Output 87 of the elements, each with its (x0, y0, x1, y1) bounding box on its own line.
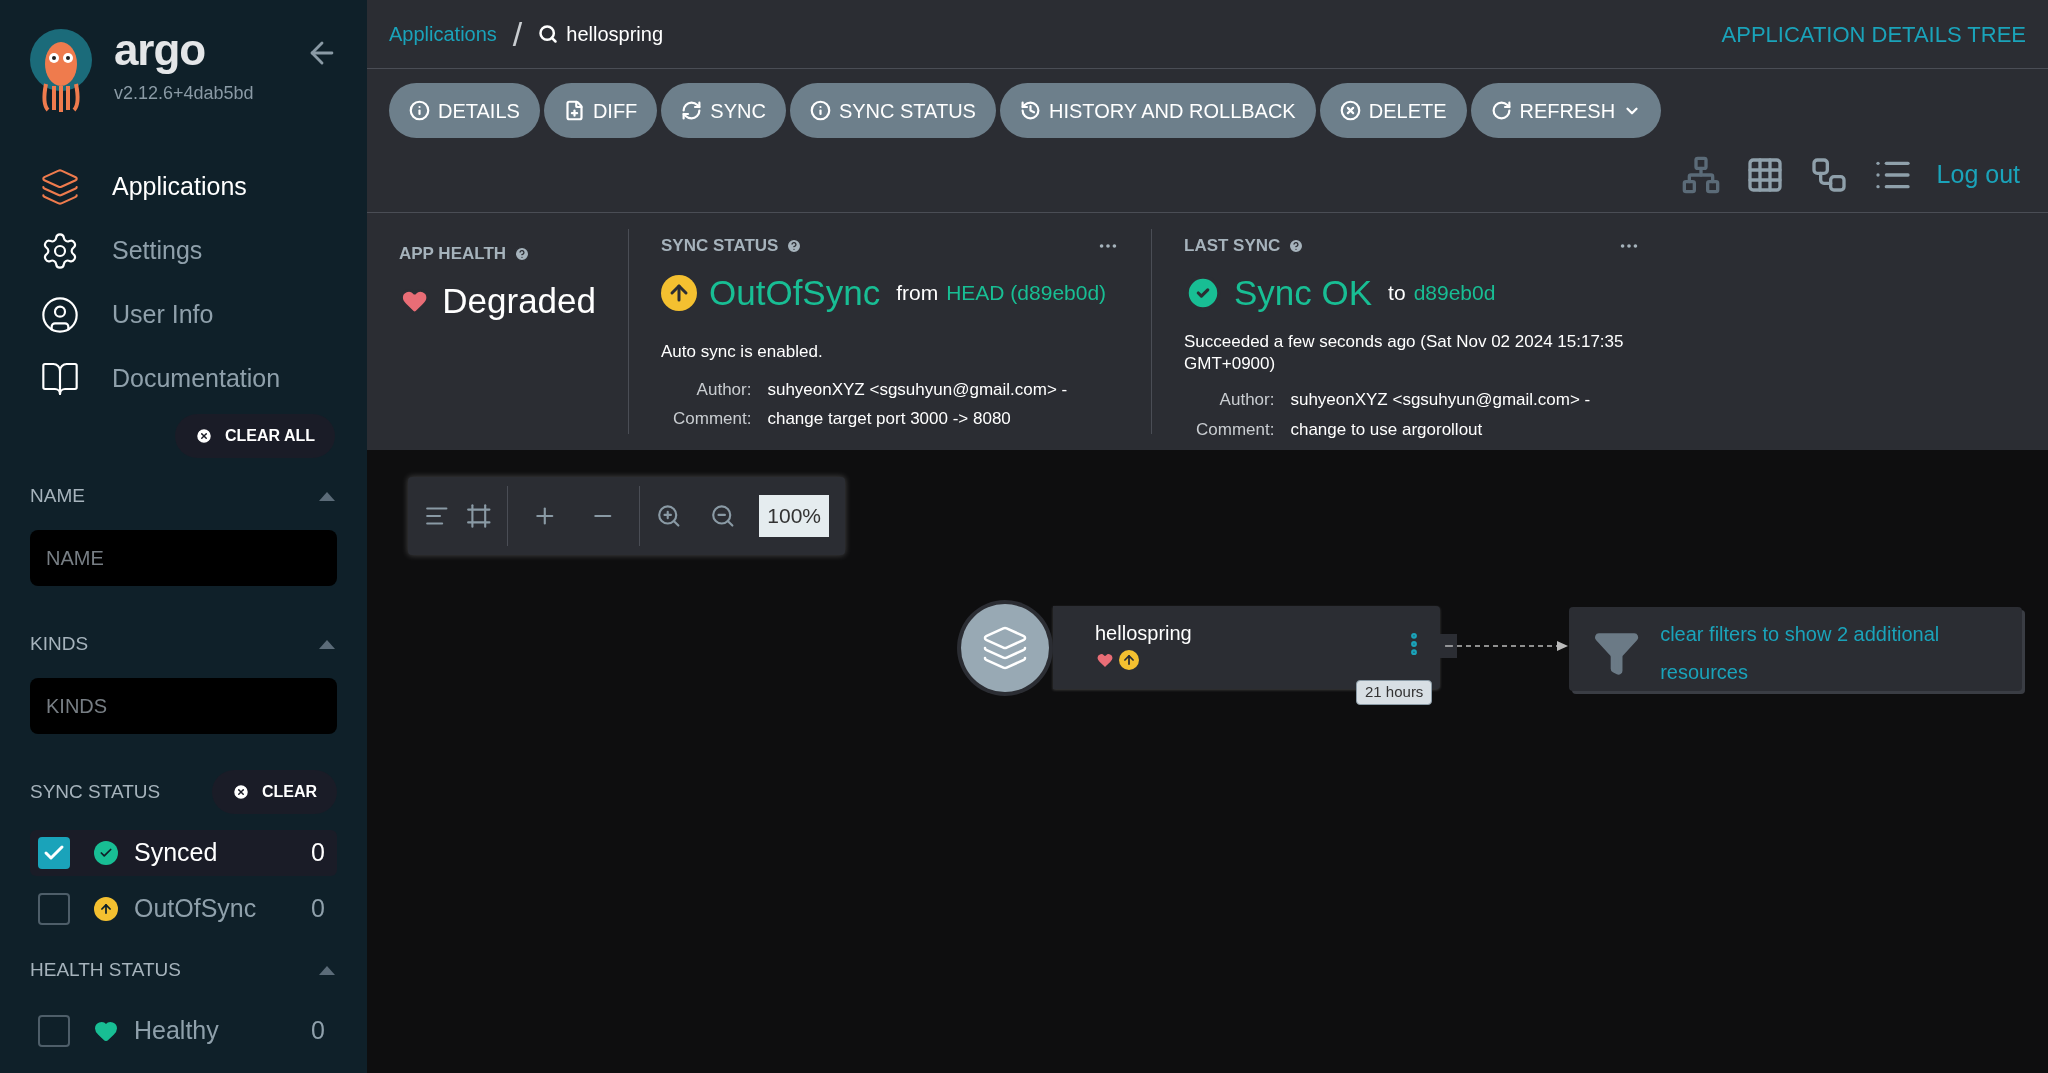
refresh-icon (1490, 100, 1512, 121)
toolbar-button[interactable]: DELETE (1319, 83, 1467, 138)
section-title: APP HEALTH (399, 243, 507, 265)
toolbar-button[interactable]: DETAILS (389, 83, 540, 138)
octopus-logo-icon (28, 28, 94, 112)
collapse-caret-icon[interactable] (317, 490, 337, 502)
layers-icon (40, 167, 80, 207)
field-label: Author: (1218, 389, 1275, 411)
filter-title: HEALTH STATUS (30, 957, 181, 982)
zoom-in-icon[interactable] (656, 502, 682, 530)
clear-all-button[interactable]: CLEAR ALL (174, 414, 335, 458)
from-text: from (896, 280, 939, 306)
version-text: v2.12.6+4dab5bd (114, 82, 254, 105)
node-name: hellospring (1095, 621, 1192, 646)
logout-link[interactable]: Log out (1936, 156, 2020, 194)
history-icon (1019, 100, 1041, 121)
info-icon (809, 100, 831, 121)
page-title: APPLICATION DETAILS TREE (1721, 20, 2026, 49)
field-label: Comment: (1196, 418, 1275, 441)
filter-title: SYNC STATUS (30, 779, 161, 804)
sync-result: Sync OK (1234, 271, 1373, 314)
revision-link[interactable]: d89eb0d (1413, 277, 1496, 309)
checkbox[interactable] (38, 1015, 70, 1047)
filter-title: NAME (30, 483, 85, 508)
nav-item[interactable]: Settings (40, 228, 327, 274)
option-label: Healthy (134, 1015, 219, 1047)
close-icon (1339, 100, 1361, 121)
filter-input-field[interactable]: NAME (30, 530, 337, 586)
author-text: suhyeonXYZ <sgsuhyun@gmail.com> - (767, 378, 1069, 401)
user-icon (40, 295, 80, 335)
option-count: 0 (311, 837, 325, 869)
checkbox[interactable] (38, 837, 70, 869)
breadcrumb-link[interactable]: Applications (389, 19, 497, 49)
revision-link[interactable]: HEAD (d89eb0d) (946, 277, 1107, 309)
tree-view-icon[interactable] (1680, 155, 1721, 195)
layers-icon (981, 624, 1029, 672)
health-value: Degraded (442, 279, 596, 322)
toolbar-button[interactable]: SYNC (661, 83, 786, 138)
logo-wordmark: argo (114, 28, 206, 72)
age-badge: 21 hours (1356, 680, 1433, 705)
filter-title: KINDS (30, 631, 89, 656)
help-icon[interactable] (786, 237, 803, 254)
auto-sync-note: Auto sync is enabled. (661, 341, 824, 363)
breadcrumb-separator: / (512, 13, 523, 55)
filter-option-row[interactable]: Synced 0 (30, 830, 337, 876)
toolbar-button[interactable]: DIFF (543, 83, 658, 138)
filter-option-row[interactable]: Healthy 0 (30, 1008, 337, 1054)
breadcrumb-current: hellospring (566, 22, 664, 47)
option-label: Synced (134, 837, 218, 869)
info-icon (409, 100, 430, 121)
collapse-caret-icon[interactable] (317, 638, 337, 650)
zoom-level-field[interactable]: 100% (759, 495, 829, 537)
clear-button[interactable]: CLEAR (211, 770, 337, 814)
search-icon (538, 24, 559, 44)
nav-item[interactable]: Applications (40, 164, 327, 210)
clear-filters-link[interactable]: clear filters to show 2 additional resources (1660, 615, 1998, 691)
option-count: 0 (311, 1015, 325, 1047)
comment-text: change to use argorollout (1290, 418, 1484, 441)
close-icon (194, 427, 213, 445)
filter-input-field[interactable]: KINDS (30, 678, 337, 734)
field-label: Comment: (673, 408, 752, 430)
sync-value: OutOfSync (709, 271, 881, 314)
toolbar-button[interactable]: HISTORY AND ROLLBACK (999, 83, 1316, 138)
section-title: LAST SYNC (1184, 235, 1281, 257)
collapse-toggle[interactable] (1440, 634, 1457, 658)
toolbar-button[interactable]: REFRESH (1470, 83, 1662, 138)
file-plus-icon (563, 100, 585, 121)
option-label: OutOfSync (134, 893, 257, 925)
filter-option-row[interactable]: OutOfSync 0 (30, 886, 337, 932)
to-text: to (1388, 280, 1406, 306)
toolbar-button[interactable]: SYNC STATUS (789, 83, 996, 138)
sync-icon (681, 100, 703, 121)
sync-time-note: Succeeded a few seconds ago (Sat Nov 02 2024 15:17:35 GMT+0900) (1184, 331, 1625, 375)
field-label: Author: (695, 378, 752, 401)
zoom-out-icon[interactable] (709, 502, 736, 530)
section-title: SYNC STATUS (661, 235, 779, 257)
option-count: 0 (311, 893, 325, 925)
checkbox[interactable] (38, 893, 70, 925)
author-text: suhyeonXYZ <sgsuhyun@gmail.com> - (1290, 389, 1592, 411)
help-icon[interactable] (1288, 237, 1305, 254)
close-icon (231, 783, 250, 801)
comment-text: change target port 3000 -> 8080 (767, 408, 1012, 430)
heart-icon (94, 1019, 118, 1043)
collapse-caret-icon[interactable] (317, 964, 337, 976)
nav-item[interactable]: User Info (40, 292, 327, 338)
nav-item[interactable]: Documentation (40, 356, 327, 402)
help-icon[interactable] (514, 245, 531, 262)
